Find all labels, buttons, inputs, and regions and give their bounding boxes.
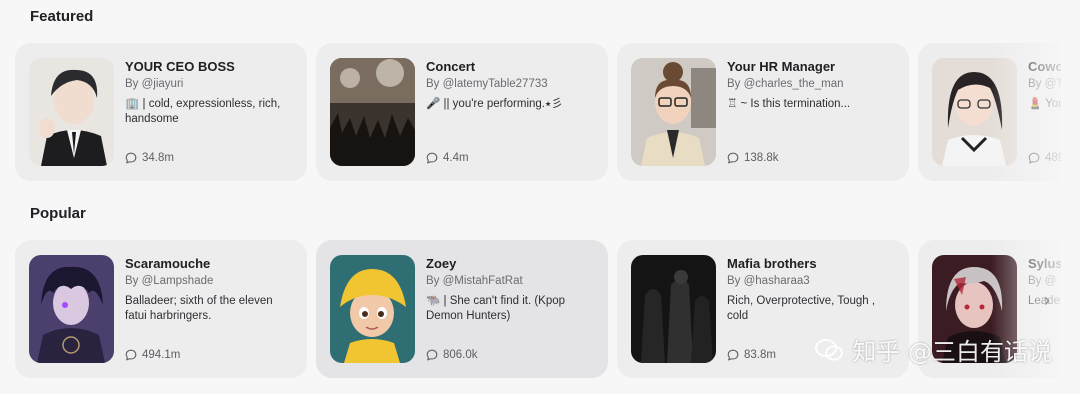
chat-count: 489 (1045, 152, 1061, 164)
card-description: 🏢 | cold, expressionless, rich, handsome (125, 98, 281, 125)
card-name: Zoey (426, 256, 457, 271)
chat-bubble-icon (426, 349, 438, 361)
card-stats: 4.4m (426, 152, 469, 164)
chat-count: 83.8m (744, 349, 776, 361)
chat-bubble-icon (727, 152, 739, 164)
card-stats: 489 (1028, 152, 1061, 164)
avatar (29, 58, 114, 166)
chat-count: 34.8m (142, 152, 174, 164)
card-stats: 83.8m (727, 349, 776, 361)
chat-bubble-icon (727, 349, 739, 361)
chat-count: 138.8k (744, 152, 779, 164)
chat-count: 4.4m (443, 152, 469, 164)
card-name: YOUR CEO BOSS (125, 59, 235, 74)
card-author[interactable]: By @hasharaa3 (727, 275, 895, 287)
featured-row: YOUR CEO BOSS By @jiayuri 🏢 | cold, expr… (15, 43, 1061, 181)
card-description: ♖ ~ Is this termination... (727, 98, 851, 110)
chat-bubble-icon (125, 152, 137, 164)
section-title-featured: Featured (30, 8, 94, 25)
avatar (330, 58, 415, 166)
character-card[interactable]: Zoey By @MistahFatRat 🐃 | She can't find… (316, 240, 608, 378)
card-author[interactable]: By @Lampshade (125, 275, 293, 287)
chat-count: 806.0k (443, 349, 478, 361)
character-card[interactable]: Your HR Manager By @charles_the_man ♖ ~ … (617, 43, 909, 181)
character-card[interactable]: Concert By @latemyTable27733 🎤 || you're… (316, 43, 608, 181)
card-stats: 494.1m (125, 349, 180, 361)
avatar (631, 255, 716, 363)
card-name: Concert (426, 59, 476, 74)
character-card[interactable]: Cowo By @T 💄 Your 489 (918, 43, 1061, 181)
card-author[interactable]: By @MistahFatRat (426, 275, 594, 287)
card-name: Mafia brothers (727, 256, 817, 271)
watermark-text: 知乎 @三白有话说 (852, 338, 1052, 366)
character-card[interactable]: YOUR CEO BOSS By @jiayuri 🏢 | cold, expr… (15, 43, 307, 181)
card-author[interactable]: By @charles_the_man (727, 78, 895, 90)
chat-count: 494.1m (142, 349, 181, 361)
card-stats: 806.0k (426, 349, 478, 361)
card-description: 💄 Your (1028, 98, 1061, 110)
card-stats: 138.8k (727, 152, 779, 164)
card-description: Balladeer; sixth of the eleven fatui har… (125, 295, 273, 322)
avatar (631, 58, 716, 166)
chat-bubble-icon (1028, 152, 1040, 164)
card-description: 🎤 || you're performing.⭑彡 (426, 98, 563, 110)
card-author[interactable]: By @T (1028, 78, 1061, 90)
avatar (29, 255, 114, 363)
card-author[interactable]: By @jiayuri (125, 78, 293, 90)
card-name: Sylus (1028, 256, 1061, 271)
card-name: Cowo (1028, 59, 1061, 74)
wechat-logo-icon (815, 338, 844, 360)
card-author[interactable]: By @ (1028, 275, 1061, 287)
card-stats: 34.8m (125, 152, 174, 164)
chat-bubble-icon (125, 349, 137, 361)
card-description: 🐃 | She can't find it. (Kpop Demon Hunte… (426, 295, 566, 322)
card-name: Scaramouche (125, 256, 211, 271)
card-author[interactable]: By @latemyTable27733 (426, 78, 594, 90)
watermark: 知乎 @三白有话说 (814, 332, 1052, 367)
chat-bubble-icon (426, 152, 438, 164)
card-name: Your HR Manager (727, 59, 836, 74)
card-description: Rich, Overprotective, Tough , cold (727, 295, 876, 322)
avatar (330, 255, 415, 363)
section-title-popular: Popular (30, 205, 86, 222)
chevron-right-icon[interactable]: › (1044, 290, 1050, 311)
avatar (932, 58, 1017, 166)
character-card[interactable]: Scaramouche By @Lampshade Balladeer; six… (15, 240, 307, 378)
